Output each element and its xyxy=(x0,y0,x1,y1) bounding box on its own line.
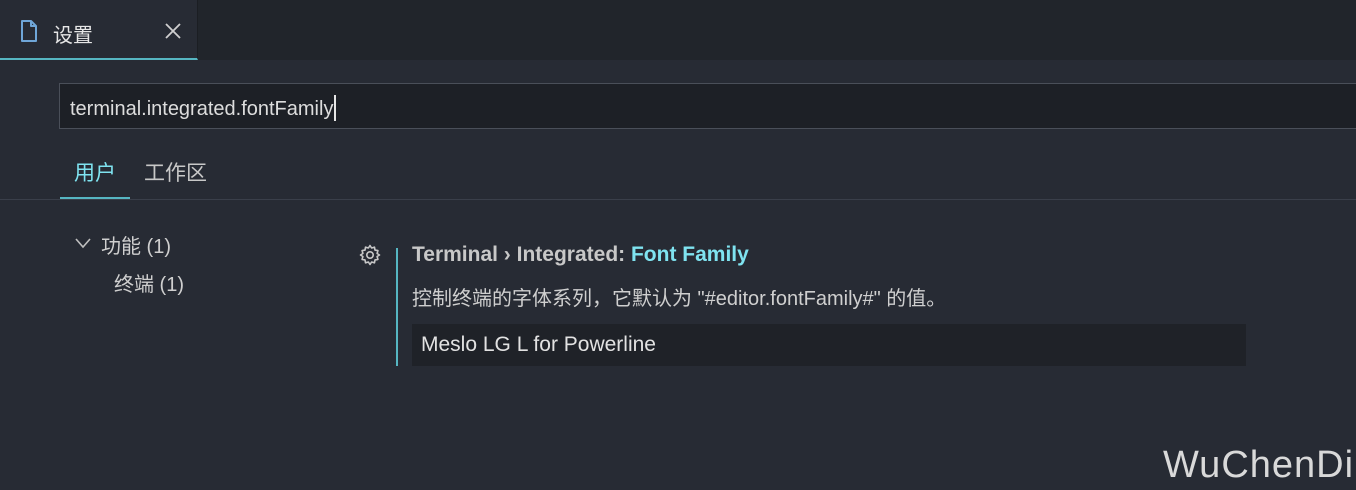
toc-item-features[interactable]: 功能 (1) xyxy=(101,230,171,259)
watermark: WuChenDi xyxy=(1163,444,1355,486)
toc-item-terminal[interactable]: 终端 (1) xyxy=(114,268,184,297)
settings-search-input[interactable]: terminal.integrated.fontFamily xyxy=(59,83,1356,129)
font-family-input[interactable]: Meslo LG L for Powerline xyxy=(412,324,1246,366)
tab-workspace[interactable]: 工作区 xyxy=(144,157,207,187)
font-family-value: Meslo LG L for Powerline xyxy=(421,333,656,356)
setting-focus-border xyxy=(396,248,398,366)
text-caret xyxy=(334,95,337,121)
setting-name: Font Family xyxy=(630,243,749,266)
tab-label: 设置 xyxy=(53,25,93,47)
tab-user[interactable]: 用户 xyxy=(74,157,116,187)
setting-description: 控制终端的字体系列，它默认为 "#editor.fontFamily#" 的值。 xyxy=(412,288,947,310)
settings-tab[interactable]: 设置 xyxy=(0,0,198,60)
gear-icon[interactable] xyxy=(358,243,382,267)
settings-scope-tabs: 用户 工作区 xyxy=(0,140,1356,200)
active-tab-indicator xyxy=(60,197,130,199)
setting-title: Terminal › Integrated: Font Family xyxy=(412,243,749,267)
file-icon xyxy=(21,20,37,42)
search-value: terminal.integrated.fontFamily xyxy=(70,98,334,120)
editor-tab-bar: 设置 xyxy=(0,0,1356,60)
close-icon[interactable] xyxy=(164,22,182,40)
chevron-down-icon[interactable] xyxy=(74,234,92,252)
setting-category: Terminal › Integrated: xyxy=(412,243,631,266)
